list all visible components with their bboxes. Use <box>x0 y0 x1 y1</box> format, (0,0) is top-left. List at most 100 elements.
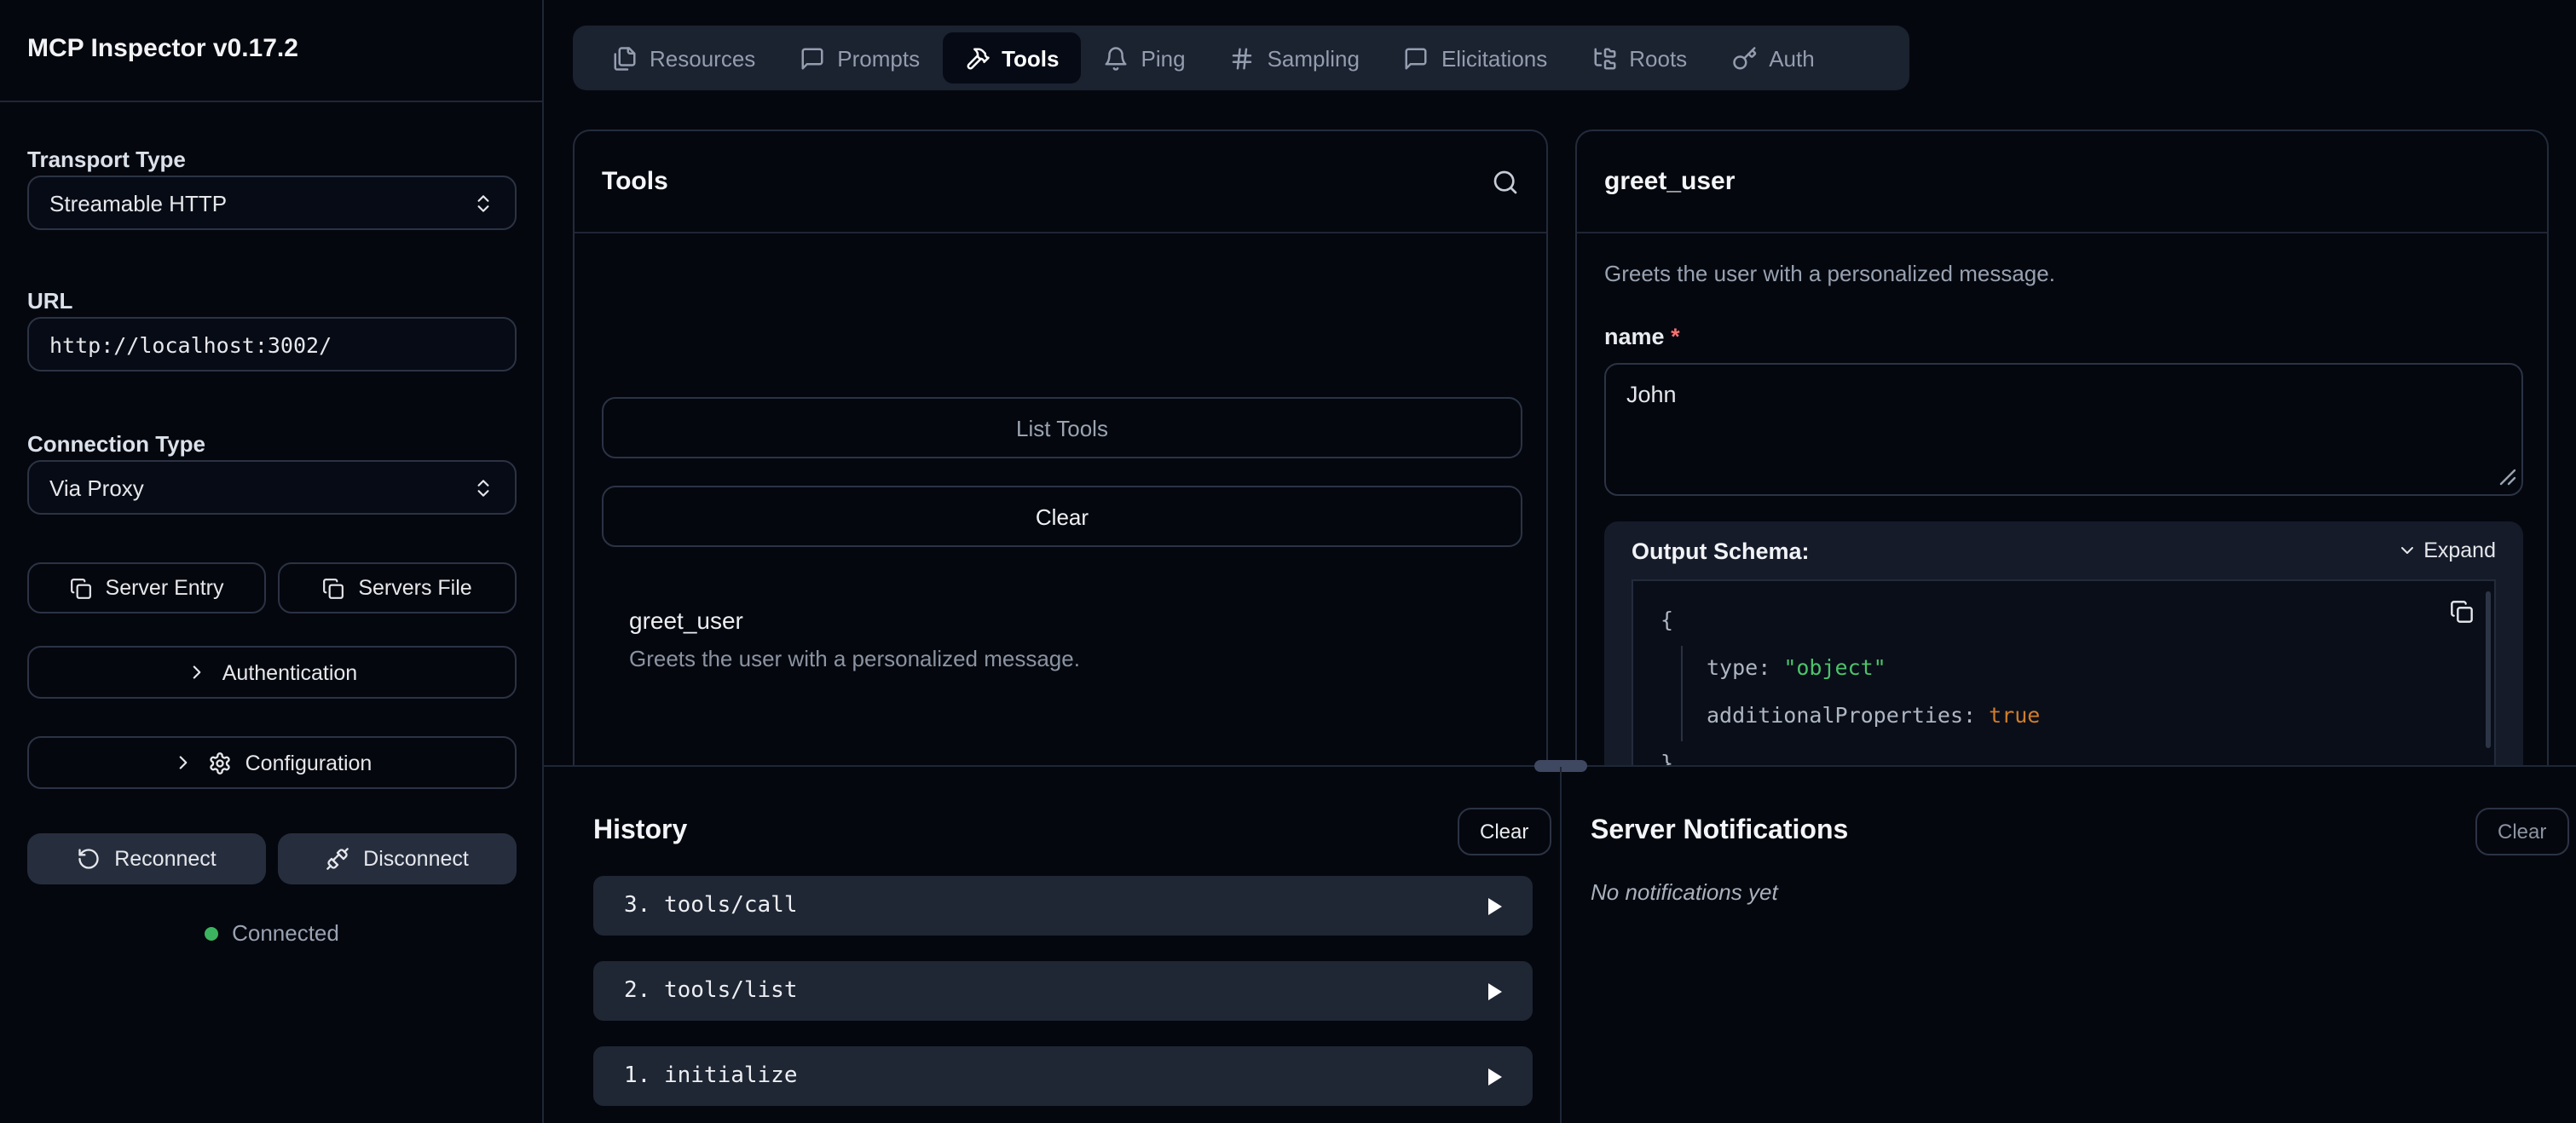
history-title: History <box>593 816 687 847</box>
search-icon[interactable] <box>1492 168 1519 195</box>
list-tools-button[interactable]: List Tools <box>602 397 1522 458</box>
tool-detail-description: Greets the user with a personalized mess… <box>1604 261 2055 286</box>
copy-icon <box>70 577 92 599</box>
hammer-icon <box>964 45 990 71</box>
gear-icon <box>208 751 232 775</box>
tools-panel-header: Tools <box>575 131 1546 233</box>
expand-arrow-icon <box>1488 1068 1502 1085</box>
name-label-text: name <box>1604 324 1665 349</box>
code-key: additionalProperties: <box>1707 702 1989 728</box>
connection-status: Connected <box>0 920 544 946</box>
required-asterisk: * <box>1671 324 1680 349</box>
history-entry-tools-list[interactable]: 2. tools/list <box>593 961 1533 1021</box>
authentication-label: Authentication <box>222 660 357 684</box>
server-entry-button[interactable]: Server Entry <box>27 562 266 613</box>
tab-roots[interactable]: Roots <box>1569 32 1709 84</box>
history-entry-initialize[interactable]: 1. initialize <box>593 1046 1533 1106</box>
output-schema-code-block[interactable]: { type: "object" additionalProperties: t… <box>1632 579 2496 767</box>
history-entry-label: 2. tools/list <box>624 978 798 1004</box>
key-icon <box>1731 45 1757 71</box>
connection-type-select[interactable]: Via Proxy <box>27 460 517 515</box>
configuration-label: Configuration <box>245 751 373 775</box>
tool-detail-header: greet_user <box>1577 131 2547 233</box>
tab-label: Auth <box>1769 45 1815 71</box>
tools-panel-title: Tools <box>602 167 668 196</box>
tool-detail-panel: greet_user Greets the user with a person… <box>1575 130 2549 767</box>
connection-status-text: Connected <box>232 920 339 946</box>
chevrons-up-down-icon <box>472 476 494 498</box>
disconnect-label: Disconnect <box>363 847 469 871</box>
files-icon <box>612 45 638 71</box>
tool-name: greet_user <box>629 607 1080 634</box>
unplug-icon <box>326 847 349 871</box>
name-field-input[interactable]: John <box>1604 363 2523 496</box>
rotate-ccw-icon <box>77 847 101 871</box>
code-scrollbar[interactable] <box>2486 591 2491 748</box>
output-schema-label: Output Schema: <box>1632 538 1810 563</box>
tab-label: Prompts <box>837 45 920 71</box>
tool-detail-title: greet_user <box>1604 167 1735 196</box>
name-field-label: name * <box>1604 324 1680 349</box>
history-entry-label: 1. initialize <box>624 1063 798 1089</box>
tab-elicitations[interactable]: Elicitations <box>1382 32 1569 84</box>
code-props-line: additionalProperties: true <box>1707 702 2040 728</box>
sidebar: MCP Inspector v0.17.2 Transport Type Str… <box>0 0 544 1123</box>
textarea-resize-grip[interactable] <box>2499 469 2516 486</box>
mcp-inspector-app: MCP Inspector v0.17.2 Transport Type Str… <box>0 0 2576 1123</box>
url-value: http://localhost:3002/ <box>49 331 494 357</box>
output-schema-section: Output Schema: Expand { type: "object" a… <box>1604 521 2523 767</box>
clear-history-button[interactable]: Clear <box>1458 808 1551 855</box>
tab-sampling[interactable]: Sampling <box>1208 32 1382 84</box>
bell-icon <box>1104 45 1129 71</box>
code-type-line: type: "object" <box>1707 654 1886 680</box>
chevron-right-icon <box>172 752 194 774</box>
copy-icon <box>322 577 344 599</box>
tab-prompts[interactable]: Prompts <box>777 32 942 84</box>
hash-icon <box>1230 45 1256 71</box>
configuration-toggle[interactable]: Configuration <box>27 736 517 789</box>
sidebar-header-divider <box>0 101 542 102</box>
history-entry-tools-call[interactable]: 3. tools/call <box>593 876 1533 936</box>
server-notifications-title: Server Notifications <box>1591 816 1848 847</box>
code-close-brace: } <box>1661 750 1673 767</box>
server-entry-label: Server Entry <box>106 576 224 600</box>
url-input[interactable]: http://localhost:3002/ <box>27 317 517 371</box>
url-label: URL <box>27 288 72 314</box>
history-entry-label: 3. tools/call <box>624 893 798 919</box>
chevron-down-icon <box>2396 540 2417 561</box>
tab-ping[interactable]: Ping <box>1082 32 1208 84</box>
expand-arrow-icon <box>1488 897 1502 914</box>
tools-panel: Tools List Tools Clear greet_user Greets… <box>573 130 1548 767</box>
clear-tools-button[interactable]: Clear <box>602 486 1522 547</box>
tab-label: Ping <box>1141 45 1186 71</box>
code-string-value: "object" <box>1783 654 1886 680</box>
servers-file-button[interactable]: Servers File <box>278 562 517 613</box>
message-square-icon <box>800 45 825 71</box>
transport-type-value: Streamable HTTP <box>49 190 472 216</box>
chevrons-up-down-icon <box>472 192 494 214</box>
transport-type-select[interactable]: Streamable HTTP <box>27 176 517 230</box>
main-tab-bar: Resources Prompts Tools Ping Sampling El… <box>573 26 1909 90</box>
reconnect-button[interactable]: Reconnect <box>27 833 266 884</box>
tab-resources[interactable]: Resources <box>590 32 777 84</box>
clear-notifications-button[interactable]: Clear <box>2475 808 2568 855</box>
tab-tools[interactable]: Tools <box>942 32 1081 84</box>
connected-dot-icon <box>205 926 218 940</box>
connection-type-value: Via Proxy <box>49 475 472 500</box>
folder-tree-icon <box>1591 45 1617 71</box>
code-key: type: <box>1707 654 1783 680</box>
copy-schema-button[interactable] <box>2450 598 2474 625</box>
tab-auth[interactable]: Auth <box>1709 32 1837 84</box>
tool-description: Greets the user with a personalized mess… <box>629 646 1080 671</box>
authentication-toggle[interactable]: Authentication <box>27 646 517 699</box>
message-square-icon <box>1404 45 1430 71</box>
tool-list-item-greet-user[interactable]: greet_user Greets the user with a person… <box>629 607 1080 671</box>
disconnect-button[interactable]: Disconnect <box>278 833 517 884</box>
tab-label: Elicitations <box>1441 45 1547 71</box>
app-title: MCP Inspector v0.17.2 <box>27 34 298 63</box>
code-indent-guide <box>1681 646 1683 741</box>
connection-type-label: Connection Type <box>27 431 205 457</box>
no-notifications-message: No notifications yet <box>1591 879 1778 905</box>
transport-type-label: Transport Type <box>27 147 186 172</box>
expand-schema-button[interactable]: Expand <box>2396 538 2496 562</box>
